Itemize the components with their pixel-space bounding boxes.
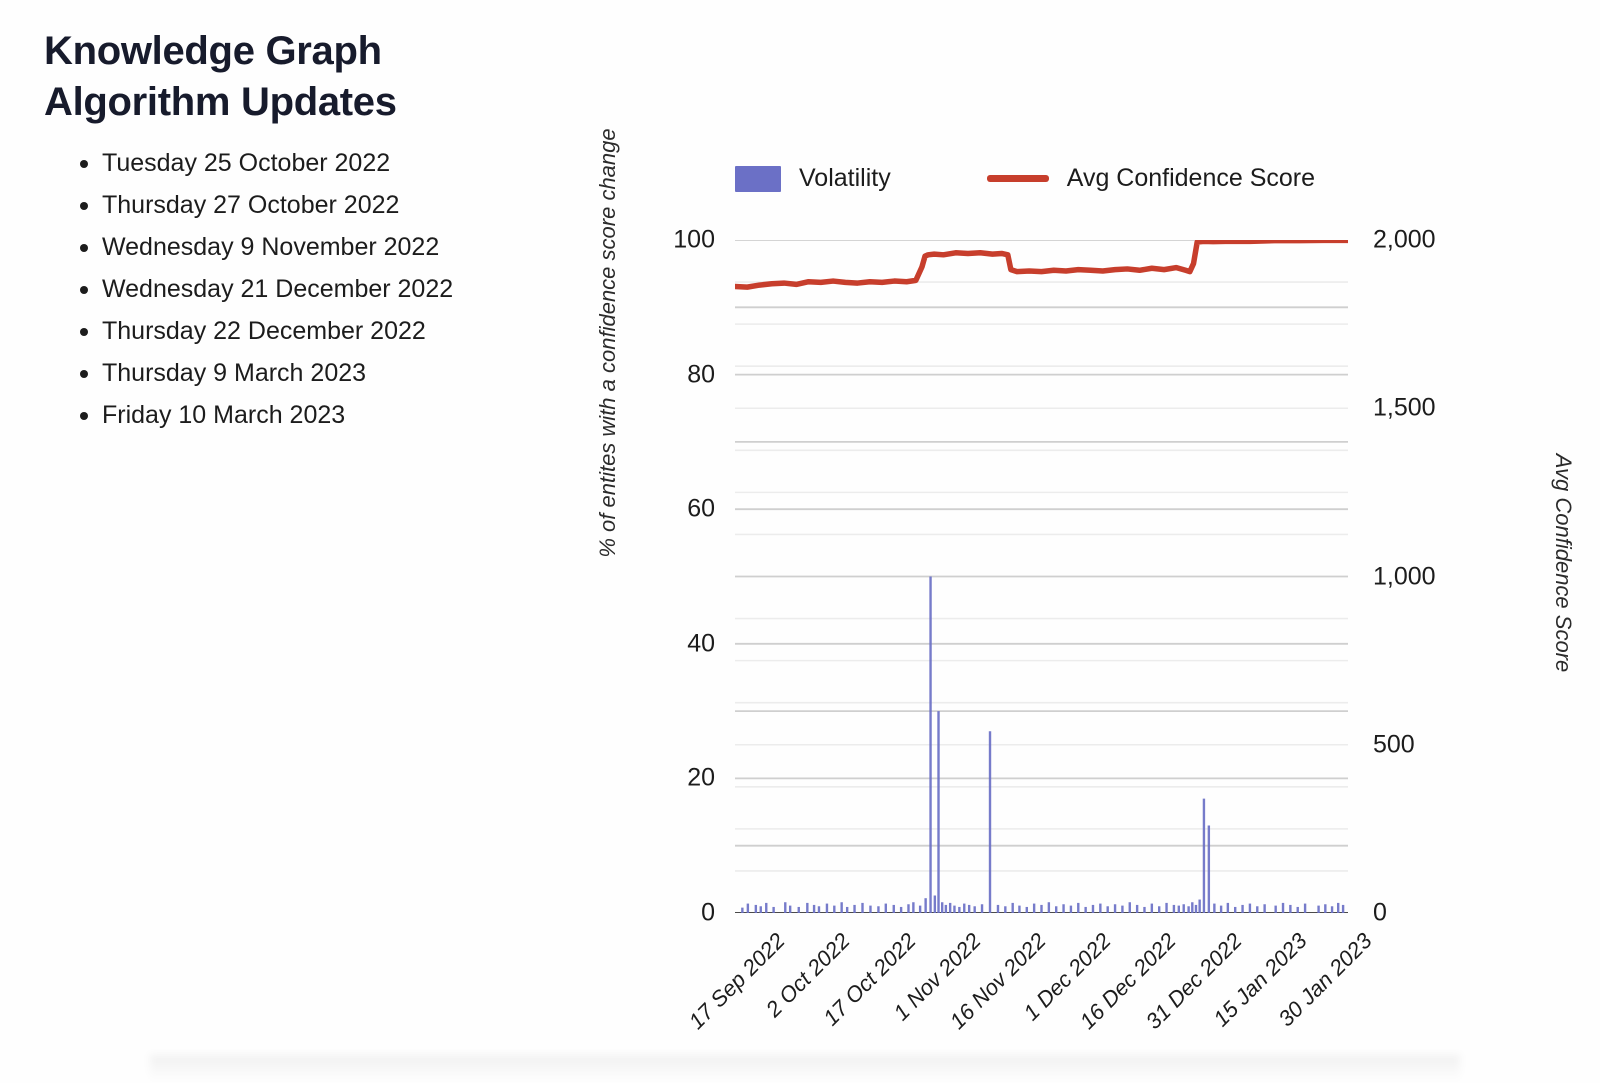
legend-label-avg-confidence-score: Avg Confidence Score [1066,164,1316,192]
avg-confidence-score-line [735,240,1348,290]
y-axis-right-tick-label: 2,000 [1373,225,1436,254]
y-axis-left-tick-label: 80 [687,360,715,389]
update-date-label: Thursday 27 October 2022 [102,191,400,220]
update-date-label: Thursday 22 December 2022 [102,317,426,346]
update-date-label: Wednesday 9 November 2022 [102,233,440,262]
y-axis-right-tick-label: 1,500 [1373,393,1436,422]
page-title: Knowledge Graph Algorithm Updates [44,29,397,125]
y-axis-left-tick-label: 100 [673,225,715,254]
list-item: Thursday 22 December 2022 [44,310,604,352]
plot-region [735,240,1348,913]
update-date-label: Friday 10 March 2023 [102,401,346,430]
list-item: Wednesday 21 December 2022 [44,268,604,310]
list-item: Tuesday 25 October 2022 [44,142,604,184]
legend-item-avg-confidence-score[interactable]: Avg Confidence Score [986,164,1316,193]
volatility-confidence-chart: Volatility Avg Confidence Score % of ent… [575,128,1576,1040]
chart-legend: Volatility Avg Confidence Score [735,164,1315,193]
list-item: Friday 10 March 2023 [44,394,604,436]
y-axis-right-title: Avg Confidence Score [1551,453,1576,673]
y-axis-right-tick-label: 1,000 [1373,562,1436,590]
plot-svg [735,240,1348,913]
y-axis-right-tick-label: 0 [1373,898,1387,927]
update-date-label: Tuesday 25 October 2022 [102,149,391,178]
update-date-label: Wednesday 21 December 2022 [102,275,454,304]
list-item: Thursday 27 October 2022 [44,184,604,226]
y-axis-left-ticks: 0 20 40 60 80 100 [615,226,715,927]
algorithm-updates-list: Tuesday 25 October 2022 Thursday 27 Octob… [44,142,604,436]
legend-bar-swatch-icon [735,165,781,192]
list-item: Wednesday 9 November 2022 [44,226,604,268]
y-axis-left-tick-label: 20 [687,763,715,792]
update-date-label: Thursday 9 March 2023 [102,359,367,388]
legend-item-volatility[interactable]: Volatility [735,164,891,193]
slide-shadow [150,1055,1460,1081]
list-item: Thursday 9 March 2023 [44,352,604,394]
slide-canvas: Knowledge Graph Algorithm Updates Tuesda… [0,0,1600,1083]
x-axis-ticks: 17 Sep 2022 2 Oct 2022 17 Oct 2022 1 Nov 20… [684,920,1377,1040]
y-axis-left-tick-label: 60 [687,494,715,523]
y-axis-left-tick-label: 40 [687,629,715,658]
legend-line-swatch-icon [986,175,1049,182]
legend-label-volatility: Volatility [799,164,891,192]
y-axis-left-tick-label: 0 [701,898,715,927]
y-axis-right-ticks: 0 500 1,000 1,500 2,000 [1373,226,1483,927]
y-axis-right-tick-label: 500 [1373,730,1415,759]
content-column: Knowledge Graph Algorithm Updates Tuesda… [44,26,604,436]
